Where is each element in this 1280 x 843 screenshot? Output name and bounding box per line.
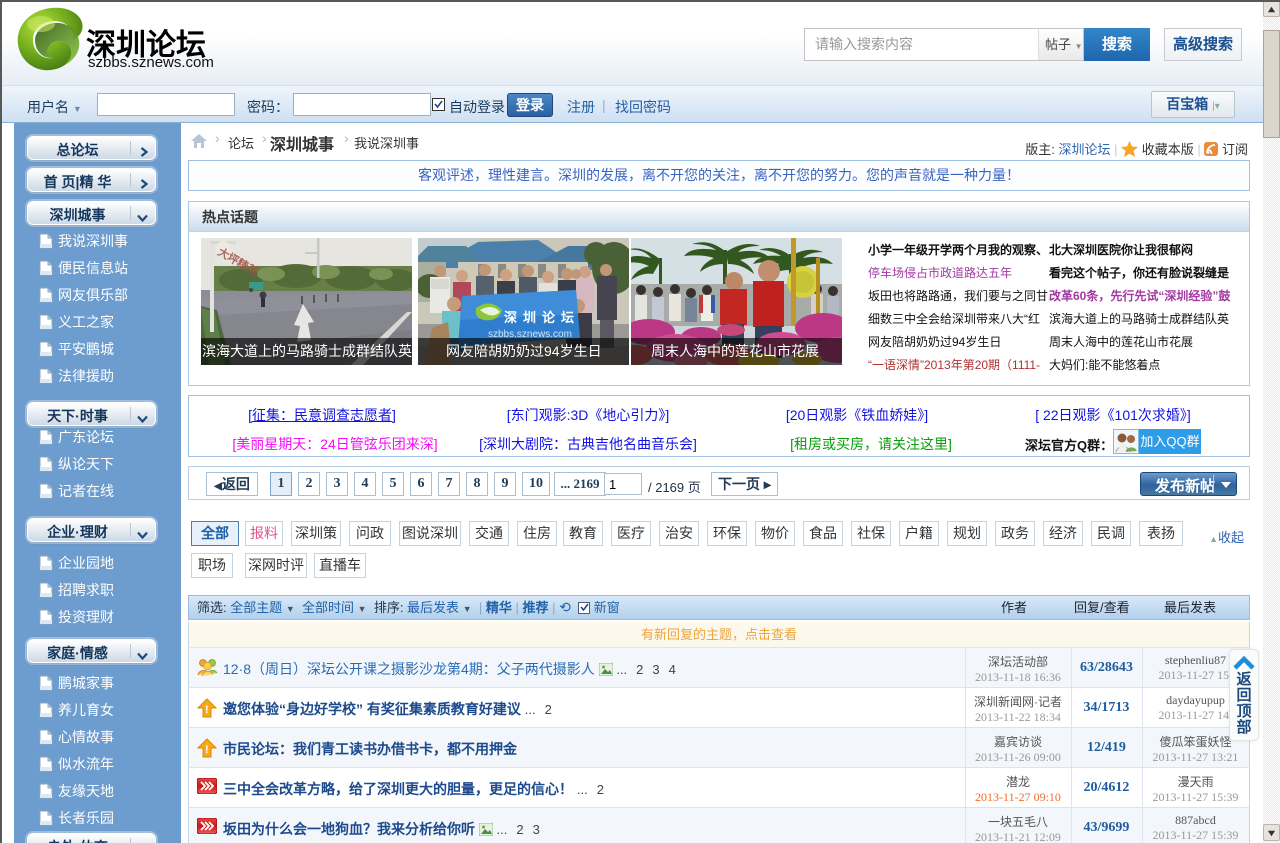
svg-text:深圳论坛: 深圳论坛 [504,310,580,325]
svg-text:!: ! [205,704,209,716]
svg-text:!: ! [205,744,209,756]
